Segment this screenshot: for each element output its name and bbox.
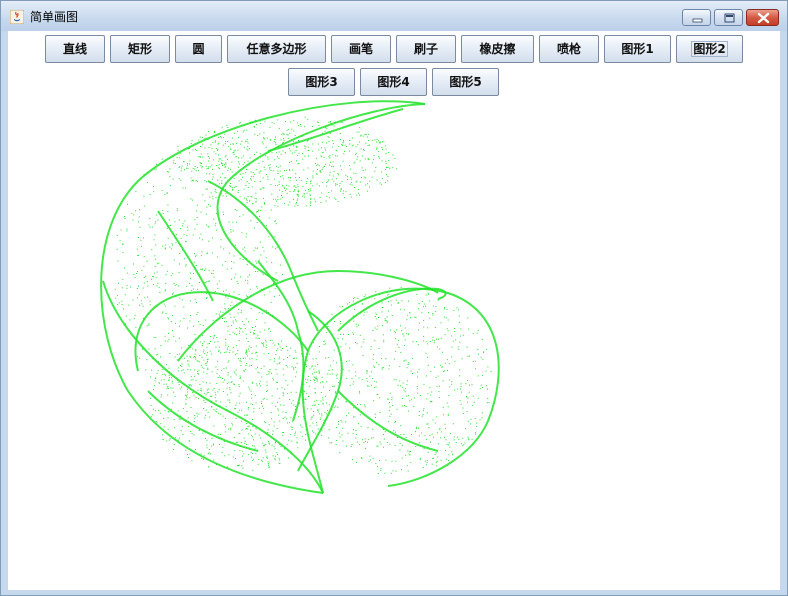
minimize-button[interactable] — [682, 9, 711, 26]
spray-tool-button[interactable]: 喷枪 — [539, 35, 599, 63]
drawn-figure — [100, 100, 500, 494]
shape4-button[interactable]: 图形4 — [360, 68, 427, 96]
maximize-button[interactable] — [714, 9, 743, 26]
circle-tool-button[interactable]: 圆 — [175, 35, 222, 63]
eraser-tool-button[interactable]: 橡皮擦 — [461, 35, 534, 63]
close-button[interactable] — [746, 9, 779, 26]
window-title: 简单画图 — [30, 10, 79, 24]
close-icon — [757, 12, 770, 24]
java-cup-icon — [10, 10, 24, 24]
figure-speckles — [114, 116, 492, 474]
minimize-icon — [692, 18, 703, 23]
maximize-icon — [724, 13, 735, 23]
brush-tool-button[interactable]: 刷子 — [396, 35, 456, 63]
shape3-button[interactable]: 图形3 — [288, 68, 355, 96]
line-tool-button[interactable]: 直线 — [45, 35, 105, 63]
shape2-button[interactable]: 图形2 — [676, 35, 743, 63]
pen-tool-button[interactable]: 画笔 — [331, 35, 391, 63]
rectangle-tool-button[interactable]: 矩形 — [110, 35, 170, 63]
title-bar[interactable]: 简单画图 — [1, 1, 787, 31]
app-window: 简单画图 直线 矩形 圆 任意多边形 画笔 刷子 橡皮擦 喷枪 图形1 图形2 … — [0, 0, 788, 596]
shape1-button[interactable]: 图形1 — [604, 35, 671, 63]
polygon-tool-button[interactable]: 任意多边形 — [227, 35, 326, 63]
drawing-canvas[interactable] — [8, 31, 780, 590]
drawing-panel[interactable]: 直线 矩形 圆 任意多边形 画笔 刷子 橡皮擦 喷枪 图形1 图形2 图形3 图… — [8, 31, 780, 590]
shape5-button[interactable]: 图形5 — [432, 68, 499, 96]
